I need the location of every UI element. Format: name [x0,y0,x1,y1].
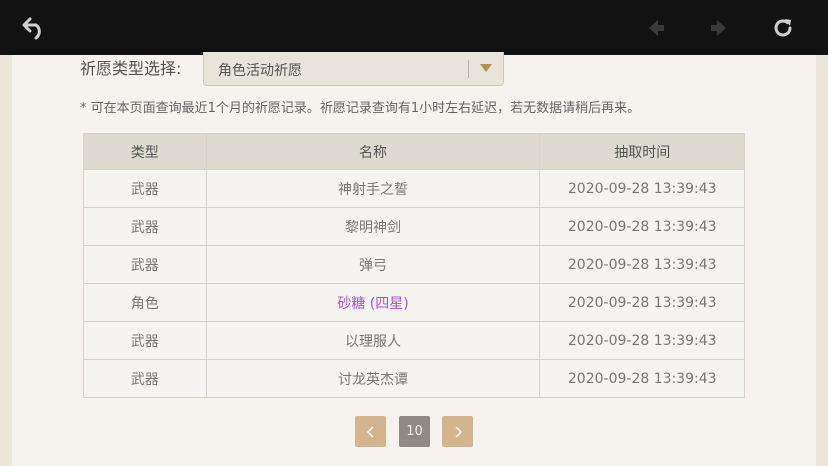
table-row: 武器 讨龙英杰谭 2020-09-28 13:39:43 [83,359,745,398]
back-icon[interactable] [21,14,49,42]
cell-time: 2020-09-28 13:39:43 [539,283,745,322]
cell-name: 黎明神剑 [205,207,541,246]
chevron-down-icon[interactable] [479,63,493,73]
cell-type: 武器 [83,359,207,398]
cell-name-four-star: 砂糖 (四星) [205,283,541,322]
table-row: 武器 弹弓 2020-09-28 13:39:43 [83,245,745,284]
table-row: 武器 神射手之誓 2020-09-28 13:39:43 [83,169,745,208]
cell-time: 2020-09-28 13:39:43 [539,169,745,208]
browser-toolbar [0,0,828,55]
prev-page-button[interactable] [355,416,386,447]
table-row: 角色 砂糖 (四星) 2020-09-28 13:39:43 [83,283,745,322]
reload-icon[interactable] [769,14,797,42]
wish-type-select[interactable]: 角色活动祈愿 [203,52,504,86]
cell-type: 武器 [83,245,207,284]
chevron-right-icon [454,425,462,438]
header-type: 类型 [83,133,207,170]
cell-time: 2020-09-28 13:39:43 [539,245,745,284]
cell-type: 角色 [83,283,207,322]
cell-type: 武器 [83,207,207,246]
cell-type: 武器 [83,169,207,208]
cell-type: 武器 [83,321,207,360]
current-page[interactable]: 10 [399,416,430,447]
nav-prev-icon[interactable] [642,14,670,42]
cell-time: 2020-09-28 13:39:43 [539,321,745,360]
chevron-left-icon [366,425,374,438]
select-divider [468,60,469,78]
cell-name: 讨龙英杰谭 [205,359,541,398]
wish-type-selected: 角色活动祈愿 [218,63,302,79]
next-page-button[interactable] [442,416,473,447]
table-row: 武器 以理服人 2020-09-28 13:39:43 [83,321,745,360]
table-header-row: 类型 名称 抽取时间 [83,133,745,170]
nav-next-icon[interactable] [705,14,733,42]
cell-name: 弹弓 [205,245,541,284]
cell-time: 2020-09-28 13:39:43 [539,359,745,398]
header-name: 名称 [205,133,541,170]
cell-time: 2020-09-28 13:39:43 [539,207,745,246]
wish-type-label: 祈愿类型选择: [80,59,182,78]
header-time: 抽取时间 [539,133,745,170]
table-row: 武器 黎明神剑 2020-09-28 13:39:43 [83,207,745,246]
notice-text: * 可在本页面查询最近1个月的祈愿记录。祈愿记录查询有1小时左右延迟，若无数据请… [80,101,641,116]
cell-name: 以理服人 [205,321,541,360]
wish-records-table: 类型 名称 抽取时间 武器 神射手之誓 2020-09-28 13:39:43 … [83,133,745,398]
cell-name: 神射手之誓 [205,169,541,208]
